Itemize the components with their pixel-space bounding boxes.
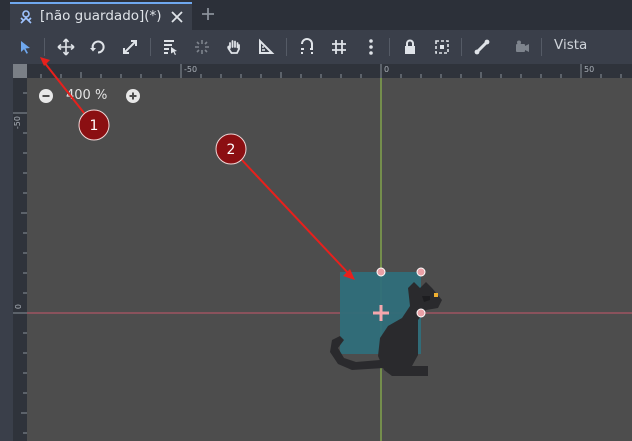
annotation-marker-1: 1 [78, 109, 110, 141]
scene-overlay: 1 2 [27, 57, 632, 441]
selection-handle [376, 267, 386, 277]
annotation-arrow-2 [239, 157, 351, 276]
marker-label: 1 [90, 118, 99, 134]
marker-label: 2 [227, 142, 236, 158]
selection-handle [416, 308, 426, 318]
cat-eye [434, 293, 438, 297]
selection-handle [416, 267, 426, 277]
annotation-arrow-1 [43, 61, 89, 119]
annotation-marker-2: 2 [215, 133, 247, 165]
